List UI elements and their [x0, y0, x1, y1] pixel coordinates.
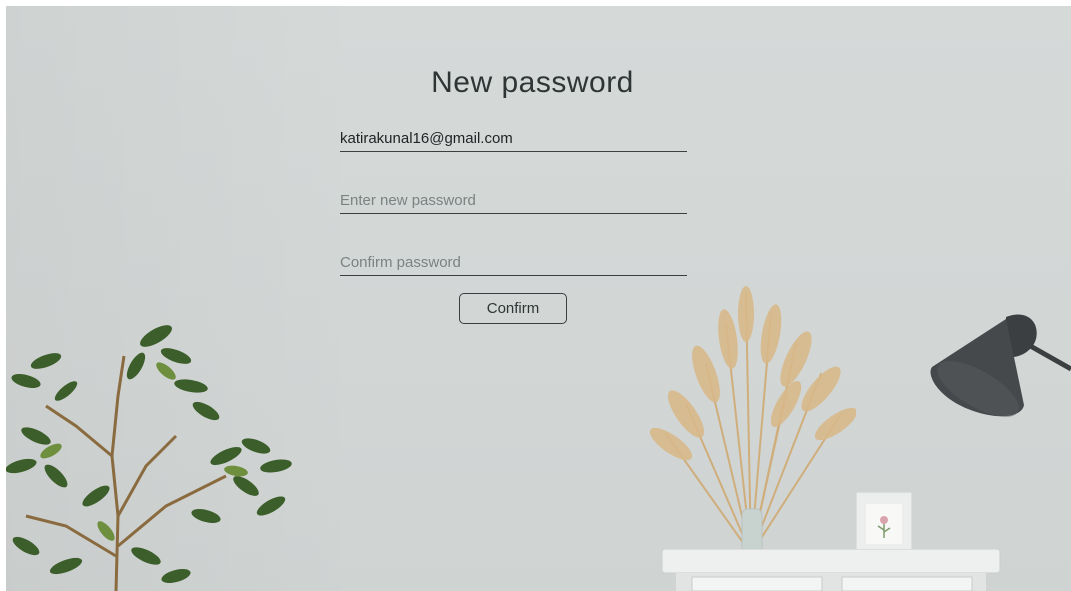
dried-grass-vase-image [649, 286, 856, 558]
side-cabinet-image [662, 549, 1001, 591]
confirm-button[interactable]: Confirm [459, 293, 567, 324]
plant-image [6, 325, 292, 591]
confirm-password-field[interactable] [340, 249, 687, 276]
new-password-title: New password [431, 66, 634, 99]
lamp-image [930, 314, 1071, 417]
picture-frame-image [856, 492, 912, 556]
new-password-field[interactable] [340, 187, 687, 214]
email-field[interactable] [340, 125, 687, 152]
